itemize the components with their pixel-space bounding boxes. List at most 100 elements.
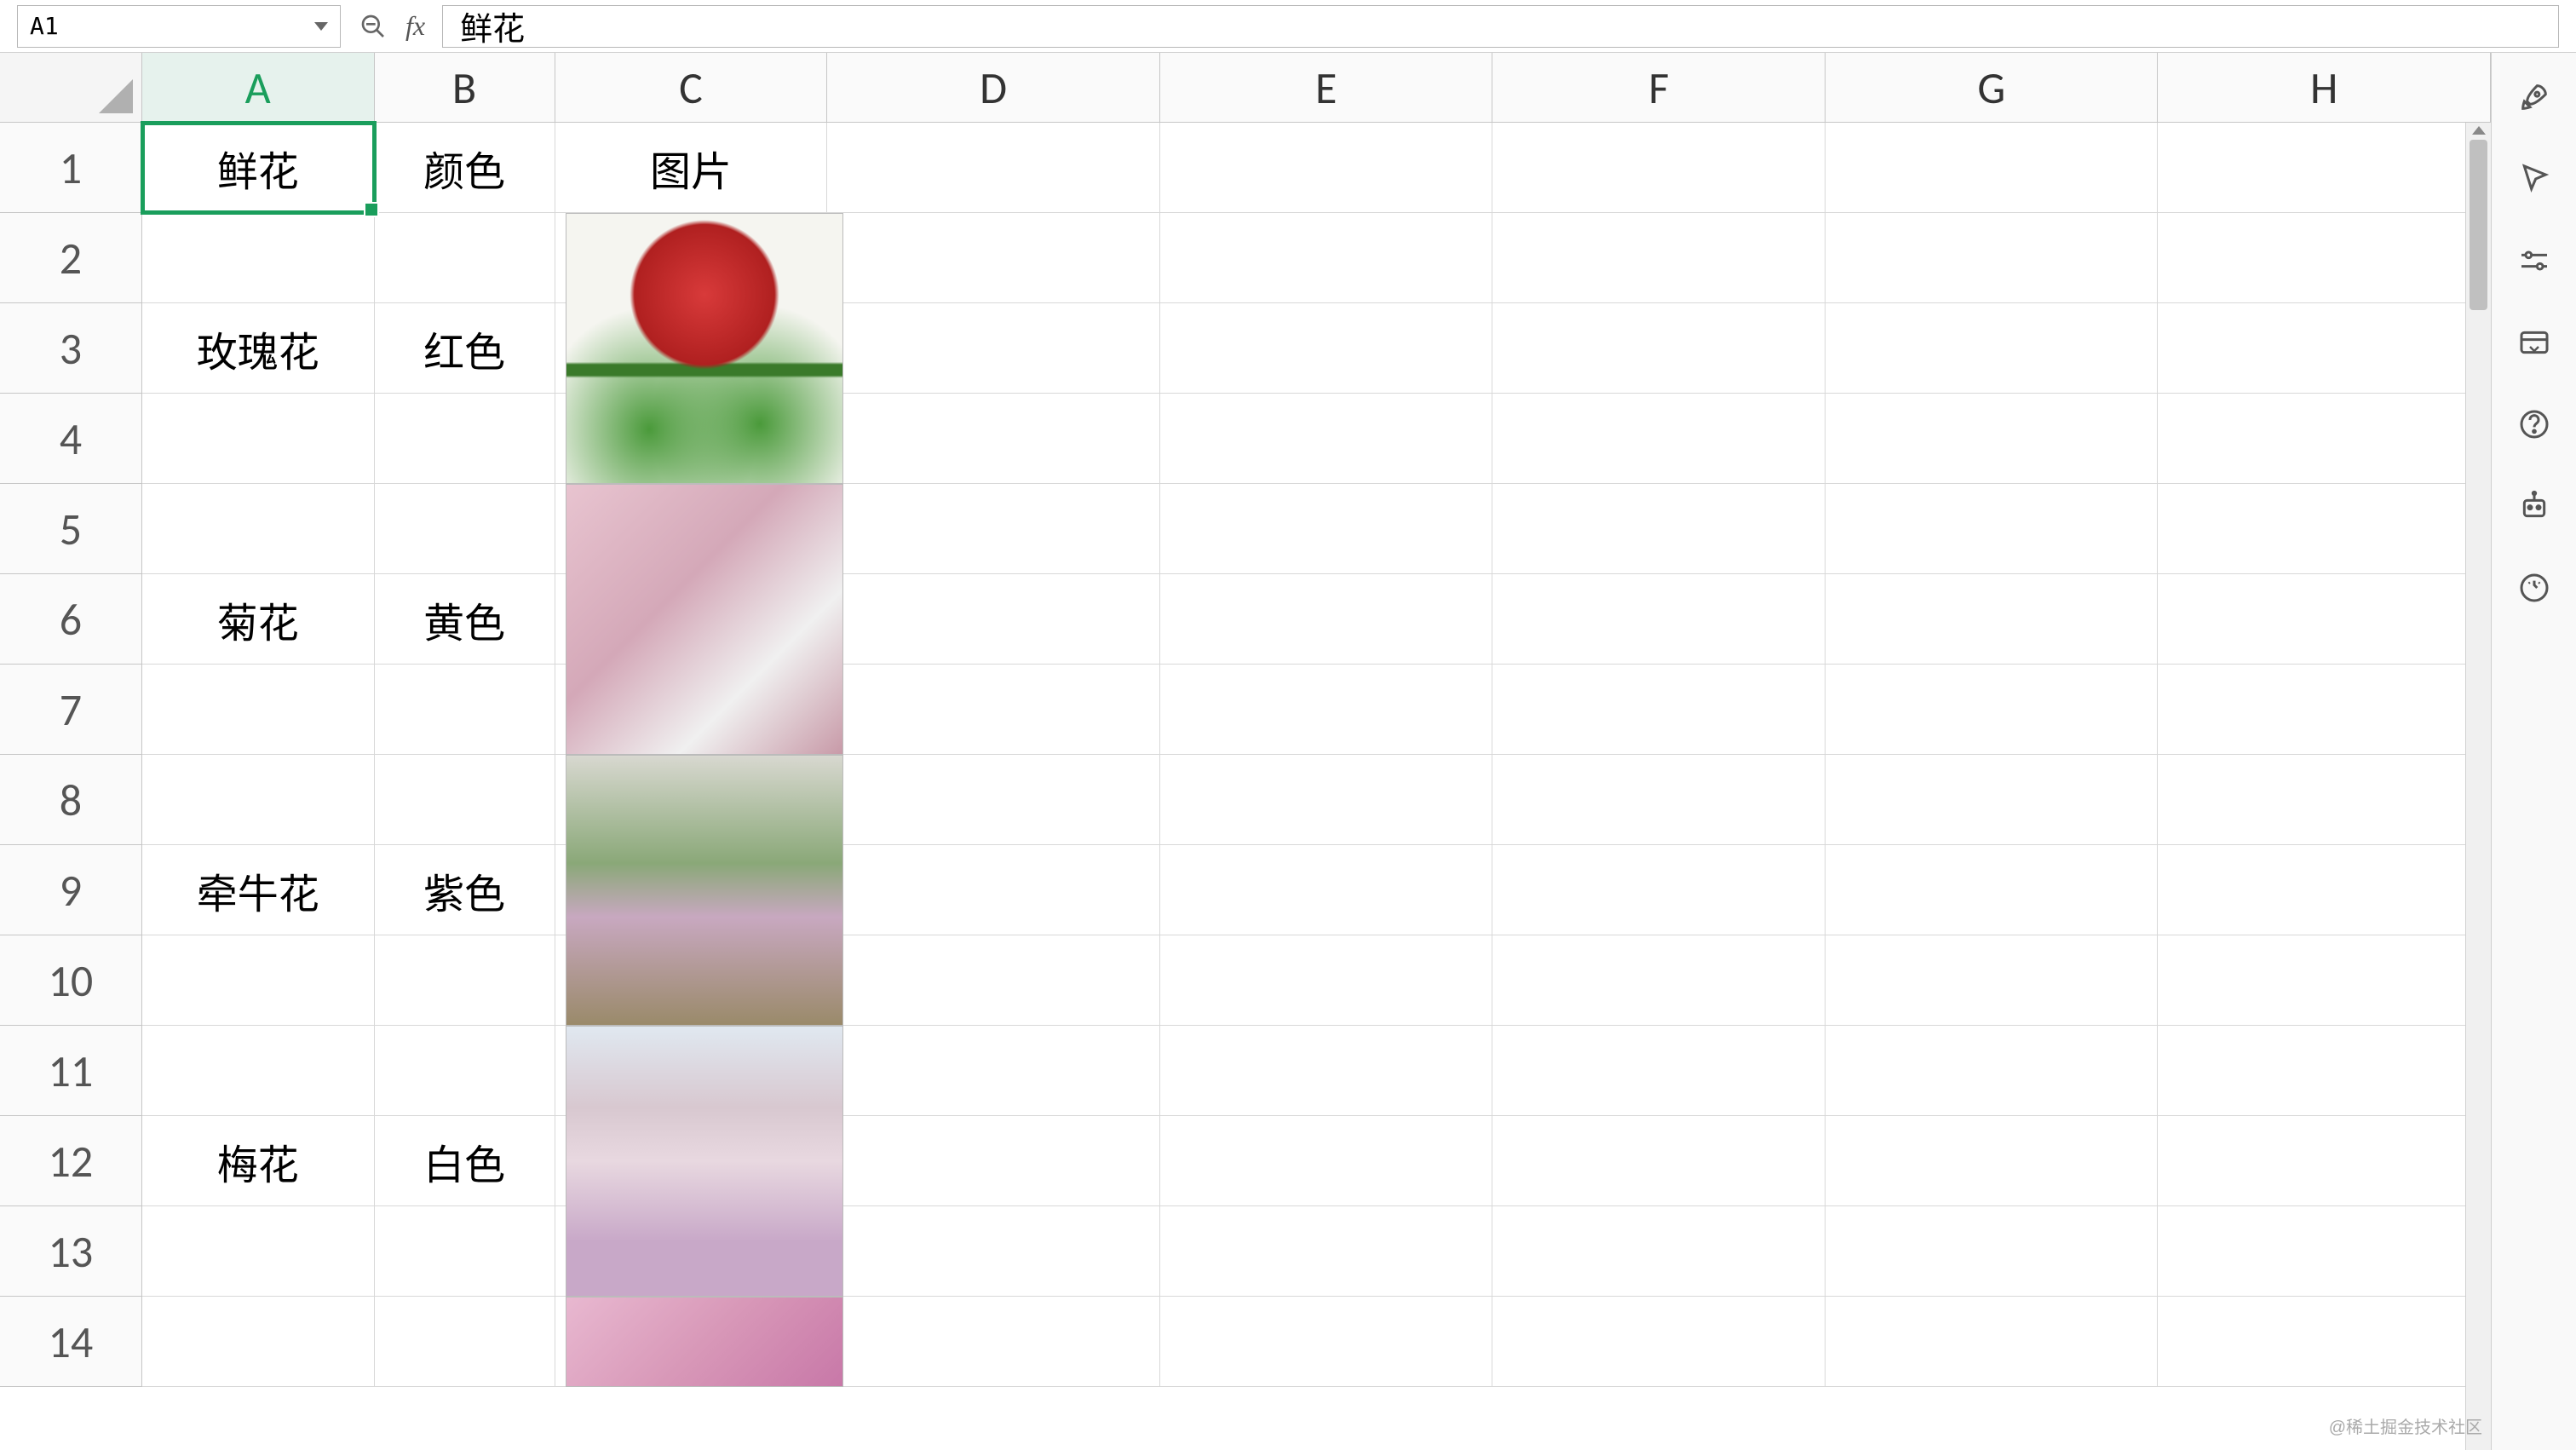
cell-G12[interactable] [1826, 1116, 2159, 1206]
embedded-image-photo1[interactable] [566, 484, 843, 755]
cell-D1[interactable] [827, 123, 1160, 213]
robot-icon[interactable] [2516, 487, 2553, 525]
row-header-13[interactable]: 13 [0, 1206, 142, 1297]
cell-H8[interactable] [2158, 755, 2491, 845]
cell-C1[interactable]: 图片 [555, 123, 828, 213]
cell-F3[interactable] [1492, 303, 1826, 394]
cell-A6[interactable]: 菊花 [142, 574, 375, 665]
cell-H4[interactable] [2158, 394, 2491, 484]
cell-H13[interactable] [2158, 1206, 2491, 1297]
cell-G8[interactable] [1826, 755, 2159, 845]
cell-A7[interactable] [142, 665, 375, 755]
select-all-corner[interactable] [0, 53, 142, 122]
cell-B3[interactable]: 红色 [375, 303, 555, 394]
scrollbar-thumb[interactable] [2470, 140, 2487, 310]
cell-E11[interactable] [1160, 1026, 1493, 1116]
cell-B2[interactable] [375, 213, 555, 303]
cell-F5[interactable] [1492, 484, 1826, 574]
cell-B1[interactable]: 颜色 [375, 123, 555, 213]
cell-B9[interactable]: 紫色 [375, 845, 555, 935]
embedded-image-rose[interactable] [566, 213, 843, 484]
row-header-14[interactable]: 14 [0, 1297, 142, 1387]
cell-A9[interactable]: 牵牛花 [142, 845, 375, 935]
cell-H3[interactable] [2158, 303, 2491, 394]
vertical-scrollbar[interactable] [2465, 123, 2491, 1450]
cell-D5[interactable] [827, 484, 1160, 574]
panel-icon[interactable] [2516, 324, 2553, 361]
cell-F2[interactable] [1492, 213, 1826, 303]
cell-B14[interactable] [375, 1297, 555, 1387]
cell-E8[interactable] [1160, 755, 1493, 845]
cell-G5[interactable] [1826, 484, 2159, 574]
cell-B12[interactable]: 白色 [375, 1116, 555, 1206]
cell-E3[interactable] [1160, 303, 1493, 394]
cell-A3[interactable]: 玫瑰花 [142, 303, 375, 394]
cell-D14[interactable] [827, 1297, 1160, 1387]
cell-D13[interactable] [827, 1206, 1160, 1297]
embedded-image-photo4[interactable] [566, 1297, 843, 1387]
cell-E13[interactable] [1160, 1206, 1493, 1297]
cell-H1[interactable] [2158, 123, 2491, 213]
cell-G11[interactable] [1826, 1026, 2159, 1116]
cell-G7[interactable] [1826, 665, 2159, 755]
row-header-7[interactable]: 7 [0, 665, 142, 755]
cell-D10[interactable] [827, 935, 1160, 1026]
cell-D6[interactable] [827, 574, 1160, 665]
column-header-E[interactable]: E [1160, 53, 1493, 122]
row-header-11[interactable]: 11 [0, 1026, 142, 1116]
cell-F11[interactable] [1492, 1026, 1826, 1116]
scroll-up-arrow-icon[interactable] [2472, 126, 2486, 135]
row-header-8[interactable]: 8 [0, 755, 142, 845]
cell-E2[interactable] [1160, 213, 1493, 303]
row-header-10[interactable]: 10 [0, 935, 142, 1026]
cell-B6[interactable]: 黄色 [375, 574, 555, 665]
cell-G4[interactable] [1826, 394, 2159, 484]
cell-E1[interactable] [1160, 123, 1493, 213]
cell-E5[interactable] [1160, 484, 1493, 574]
cell-H10[interactable] [2158, 935, 2491, 1026]
row-header-2[interactable]: 2 [0, 213, 142, 303]
cell-B11[interactable] [375, 1026, 555, 1116]
cell-A4[interactable] [142, 394, 375, 484]
cell-D3[interactable] [827, 303, 1160, 394]
cell-F6[interactable] [1492, 574, 1826, 665]
cell-A5[interactable] [142, 484, 375, 574]
cell-A2[interactable] [142, 213, 375, 303]
help-icon[interactable] [2516, 406, 2553, 443]
cell-H5[interactable] [2158, 484, 2491, 574]
cell-G3[interactable] [1826, 303, 2159, 394]
cell-H14[interactable] [2158, 1297, 2491, 1387]
cell-G6[interactable] [1826, 574, 2159, 665]
cell-B7[interactable] [375, 665, 555, 755]
cell-H12[interactable] [2158, 1116, 2491, 1206]
zoom-out-icon[interactable] [358, 11, 388, 42]
row-header-5[interactable]: 5 [0, 484, 142, 574]
column-header-B[interactable]: B [375, 53, 555, 122]
fx-label[interactable]: fx [405, 10, 425, 42]
cell-F8[interactable] [1492, 755, 1826, 845]
cell-G10[interactable] [1826, 935, 2159, 1026]
cell-F12[interactable] [1492, 1116, 1826, 1206]
cell-E4[interactable] [1160, 394, 1493, 484]
cell-B5[interactable] [375, 484, 555, 574]
cell-B4[interactable] [375, 394, 555, 484]
cell-F4[interactable] [1492, 394, 1826, 484]
cell-G14[interactable] [1826, 1297, 2159, 1387]
cell-F13[interactable] [1492, 1206, 1826, 1297]
cell-A8[interactable] [142, 755, 375, 845]
cell-D7[interactable] [827, 665, 1160, 755]
cell-H7[interactable] [2158, 665, 2491, 755]
cell-H6[interactable] [2158, 574, 2491, 665]
cell-A11[interactable] [142, 1026, 375, 1116]
slider-icon[interactable] [2516, 242, 2553, 279]
cell-H11[interactable] [2158, 1026, 2491, 1116]
cell-E7[interactable] [1160, 665, 1493, 755]
cell-H2[interactable] [2158, 213, 2491, 303]
cell-F14[interactable] [1492, 1297, 1826, 1387]
row-header-1[interactable]: 1 [0, 123, 142, 213]
cursor-icon[interactable] [2516, 160, 2553, 198]
column-header-F[interactable]: F [1492, 53, 1826, 122]
embedded-image-photo2[interactable] [566, 755, 843, 1026]
spark-icon[interactable] [2516, 569, 2553, 607]
cell-A13[interactable] [142, 1206, 375, 1297]
